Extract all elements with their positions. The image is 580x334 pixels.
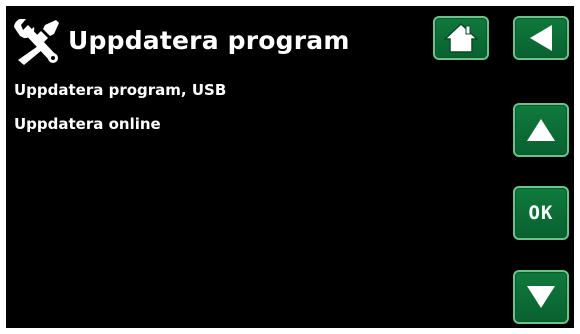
arrow-down-icon bbox=[527, 286, 555, 308]
page-title: Uppdatera program bbox=[68, 26, 350, 55]
tools-icon bbox=[14, 19, 59, 65]
ok-label: OK bbox=[528, 202, 554, 224]
down-button[interactable] bbox=[513, 270, 569, 324]
arrow-up-icon bbox=[527, 119, 555, 141]
menu-list: Uppdatera program, USB Uppdatera online bbox=[14, 79, 414, 147]
home-button[interactable] bbox=[433, 16, 489, 60]
ok-button[interactable]: OK bbox=[513, 186, 569, 240]
header: Uppdatera program bbox=[6, 6, 426, 74]
arrow-left-icon bbox=[530, 25, 552, 51]
display-screen: Uppdatera program Uppdatera program, USB… bbox=[6, 6, 574, 328]
menu-item-update-online[interactable]: Uppdatera online bbox=[14, 113, 414, 135]
up-button[interactable] bbox=[513, 103, 569, 157]
back-button[interactable] bbox=[513, 16, 569, 60]
home-icon bbox=[444, 22, 478, 53]
menu-item-update-usb[interactable]: Uppdatera program, USB bbox=[14, 79, 414, 101]
